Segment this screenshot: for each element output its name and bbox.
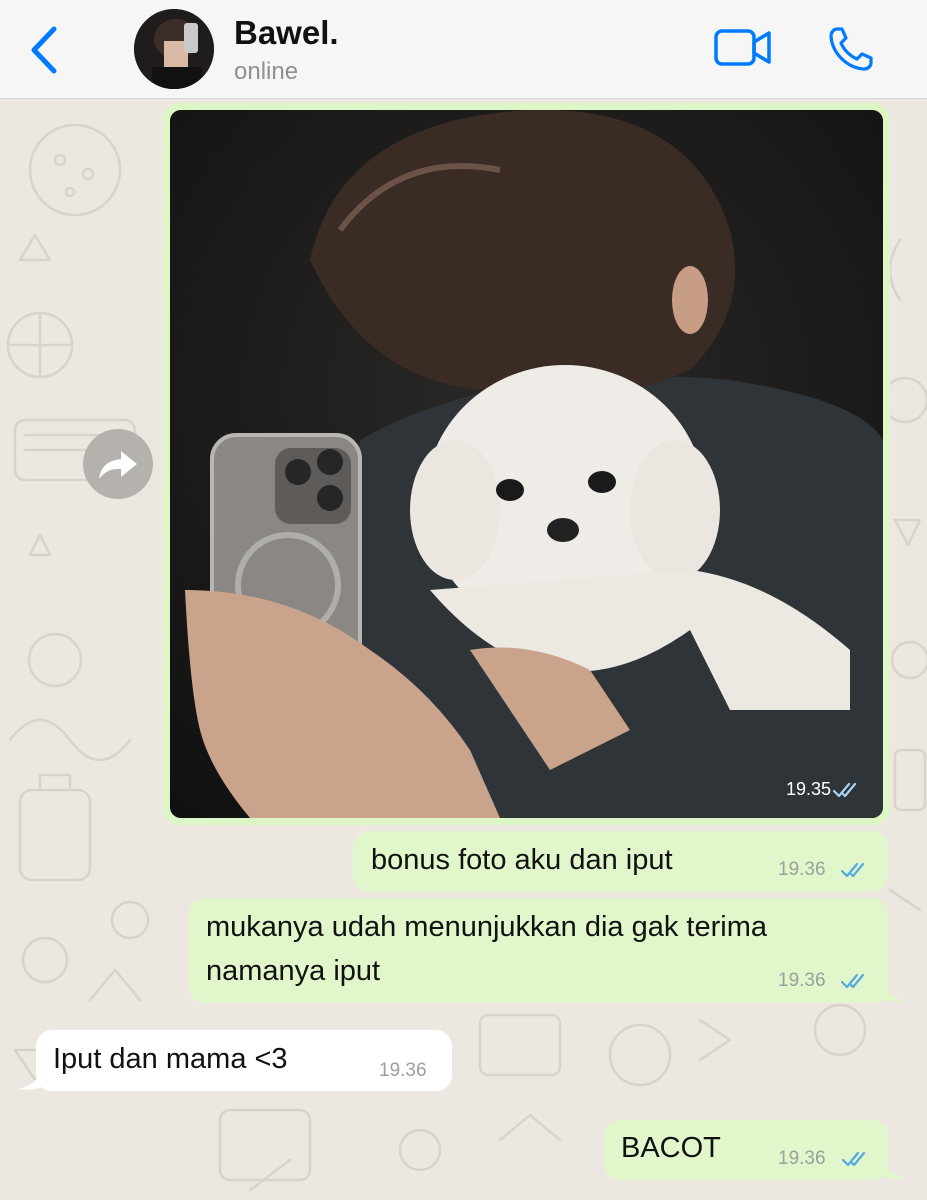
- message-time: 19.35: [785, 779, 831, 799]
- incoming-message[interactable]: Iput dan mama <3 19.36: [36, 1030, 452, 1091]
- bubble-tail: [882, 979, 906, 1002]
- forward-button[interactable]: [83, 429, 153, 499]
- message-time: 19.36: [778, 970, 826, 991]
- outgoing-message[interactable]: mukanya udah menunjukkan dia gak terima …: [189, 898, 888, 1003]
- message-text: bonus foto aku dan iput: [371, 844, 673, 876]
- back-button[interactable]: [22, 22, 66, 78]
- contact-status: online: [234, 58, 299, 85]
- message-time: 19.36: [379, 1060, 427, 1081]
- voice-call-button[interactable]: [826, 24, 876, 74]
- double-check-icon: [842, 1151, 866, 1167]
- chat-area[interactable]: 19.35 bonus foto aku dan iput 19.36 muka…: [0, 100, 927, 1200]
- avatar[interactable]: [134, 9, 214, 89]
- video-camera-icon: [714, 29, 771, 66]
- message-text-line: mukanya udah menunjukkan dia gak terima: [206, 911, 767, 943]
- chevron-left-icon: [31, 26, 57, 74]
- double-check-icon: [833, 782, 857, 798]
- outgoing-message[interactable]: bonus foto aku dan iput 19.36: [353, 831, 888, 892]
- chat-header: Bawel. online: [0, 0, 927, 99]
- bubble-tail: [18, 1067, 42, 1090]
- message-time: 19.36: [778, 859, 826, 880]
- message-photo[interactable]: 19.35: [170, 110, 883, 818]
- forward-arrow-icon: [99, 451, 137, 479]
- phone-icon: [829, 27, 873, 71]
- bubble-tail: [882, 1156, 906, 1179]
- message-text-line: namanya iput: [206, 955, 381, 987]
- message-text: Iput dan mama <3: [53, 1043, 288, 1075]
- double-check-icon: [841, 973, 865, 989]
- outgoing-message[interactable]: BACOT 19.36: [604, 1120, 888, 1180]
- message-time: 19.36: [778, 1148, 826, 1169]
- message-text: BACOT: [621, 1132, 721, 1164]
- double-check-icon: [841, 862, 865, 878]
- video-call-button[interactable]: [713, 26, 773, 70]
- contact-name[interactable]: Bawel.: [234, 14, 339, 52]
- image-message[interactable]: 19.35: [163, 103, 890, 825]
